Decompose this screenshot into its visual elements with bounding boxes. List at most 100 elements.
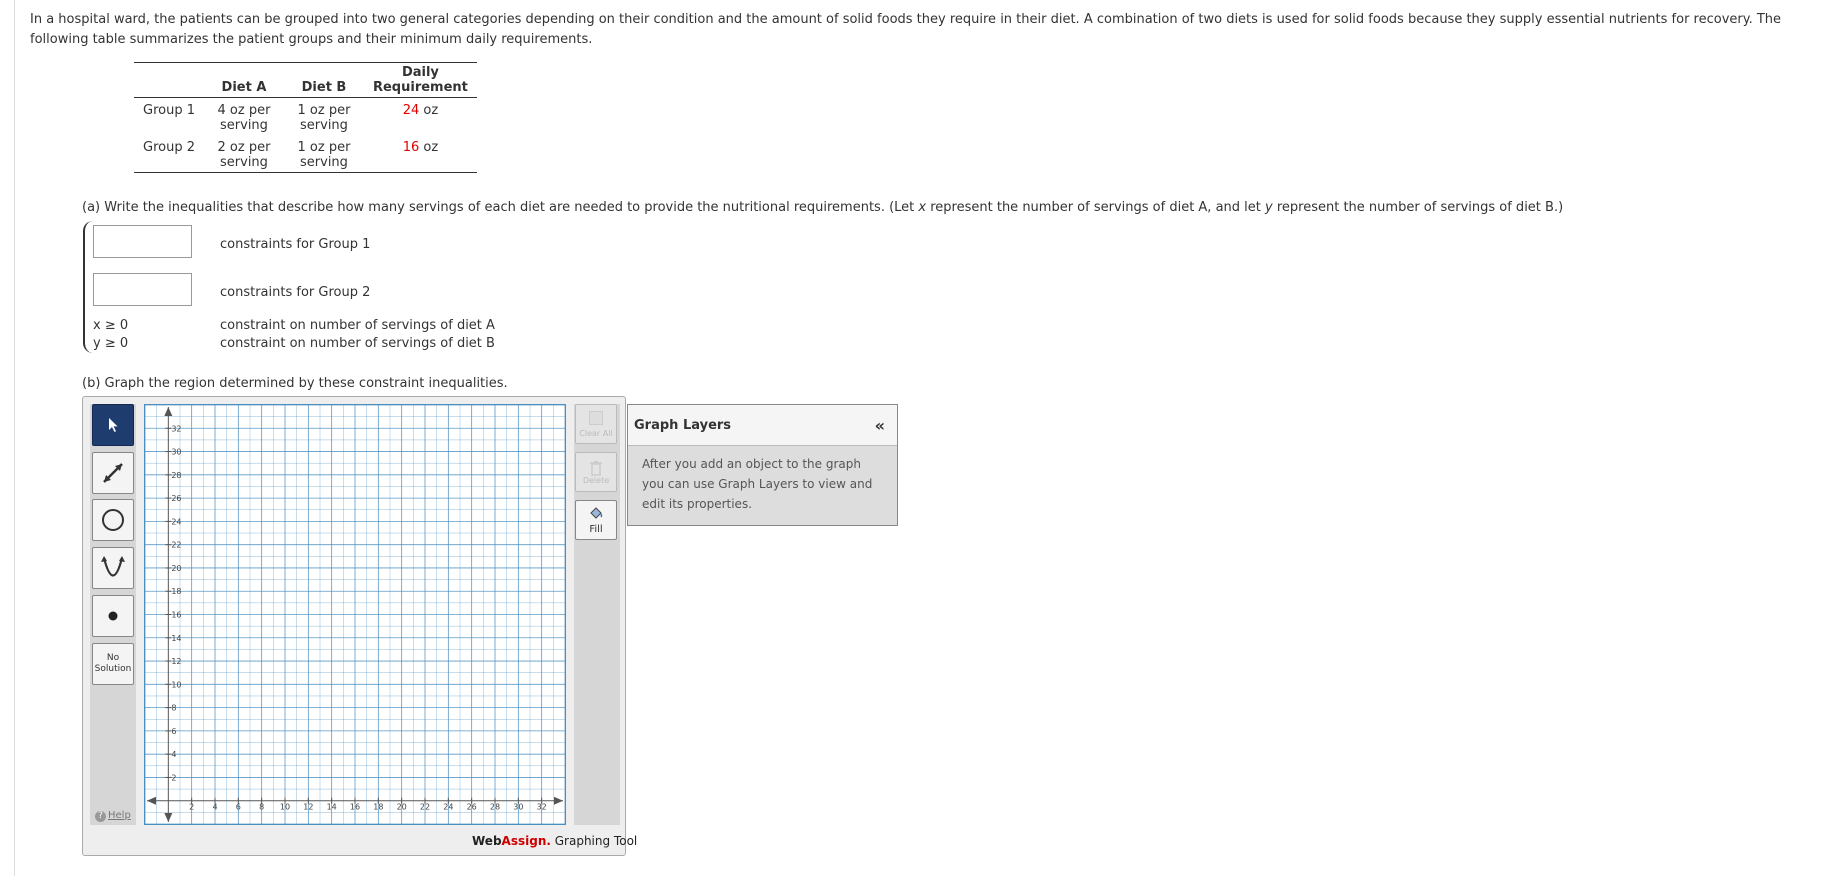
help-icon: ? [95,811,106,822]
clear-all-icon [589,410,603,425]
table-header [134,63,204,98]
x-tick-label: 6 [236,803,241,812]
group1-constraint-input[interactable] [93,225,192,258]
y-tick-label: 26 [171,494,181,503]
group2-constraint-input[interactable] [93,273,192,306]
help-label: Help [108,810,131,821]
y-tick-label: 28 [171,471,181,480]
y-tick-label: 32 [171,424,181,433]
x-tick-label: 32 [537,803,547,812]
circle-icon [102,509,124,531]
y-tick-label: 16 [171,611,181,620]
requirement-cell: 16 oz [364,135,477,173]
y-tick-label: 14 [171,634,181,643]
fill-label: Fill [589,524,603,535]
paint-bucket-icon [590,507,603,519]
x-tick-label: 20 [397,803,407,812]
requirement-number: 24 [402,103,420,118]
var-y: y [1265,200,1273,215]
pointer-icon [109,418,118,432]
y-tick-label: 18 [171,587,181,596]
x-constraint-label: constraint on number of servings of diet… [220,318,495,333]
x-axis-arrow-right [554,796,563,805]
parabola-tool-button[interactable] [92,547,134,589]
requirement-cell: 24 oz [364,98,477,136]
no-solution-label: No Solution [94,653,132,674]
brand-assign: Assign. [501,834,551,848]
graph-layers-header: Graph Layers « [628,405,897,446]
problem-intro: In a hospital ward, the patients can be … [30,12,1782,47]
no-solution-button[interactable]: No Solution [92,643,134,685]
delete-label: Delete [582,475,610,485]
y-constraint-label: constraint on number of servings of diet… [220,336,495,351]
parabola-icon [101,556,125,577]
graph-layers-title: Graph Layers [634,417,732,433]
y-tick-label: 2 [171,773,176,782]
prompt-text: represent the number of servings of diet… [1272,200,1564,215]
graph-canvas[interactable]: 2 4 6 8 10 12 14 16 18 20 22 24 26 28 30 32 2 4 6 8 10 12 14 16… [144,404,566,825]
y-tick-label: 22 [171,541,181,550]
y-tick-label: 8 [171,704,176,713]
table-row: Group 1 4 oz per serving 1 oz per servin… [134,98,477,136]
diet-b-cell: 1 oz per serving [297,103,351,133]
requirement-unit: oz [419,103,439,118]
x-constraint: x ≥ 0 [93,318,129,333]
x-tick-label: 2 [189,803,194,812]
y-tick-label: 20 [171,564,181,573]
clear-all-button[interactable]: Clear All [575,404,617,444]
brand-web: Web [472,834,502,848]
part-a-prompt: (a) Write the inequalities that describe… [82,200,1563,215]
x-tick-label: 14 [327,803,337,812]
fill-button[interactable]: Fill [575,500,617,540]
line-tool-button[interactable] [92,452,134,494]
requirement-unit: oz [419,140,439,155]
trash-icon [590,460,602,476]
x-tick-label: 22 [420,803,430,812]
graph-layers-text: After you add an object to the graph you… [642,457,873,511]
y-tick-label: 4 [171,750,176,759]
group2-constraint-label: constraints for Group 2 [220,285,371,300]
line-arrow-icon [103,463,123,483]
group-cell: Group 1 [143,103,195,118]
y-tick-label: 30 [171,448,181,457]
table-row: Group 2 2 oz per serving 1 oz per servin… [134,135,477,173]
point-tool-button[interactable] [92,595,134,637]
system-brace [83,221,93,353]
diet-b-cell: 1 oz per serving [297,140,351,170]
table-header: Diet B [301,80,347,95]
point-icon [108,611,118,621]
y-tick-label: 10 [171,680,181,689]
graph-svg: 2 4 6 8 10 12 14 16 18 20 22 24 26 28 30 32246810121416… [144,404,566,825]
collapse-icon[interactable]: « [875,416,885,435]
y-constraint: y ≥ 0 [93,336,129,351]
requirement-number: 16 [402,140,420,155]
var-x: x [918,200,927,215]
x-tick-label: 26 [467,803,477,812]
webassign-brand: WebAssign. Graphing Tool [472,834,637,848]
y-axis-arrow-up [164,407,173,416]
prompt-text: (a) Write the inequalities that describe… [82,200,919,215]
x-tick-label: 12 [303,803,313,812]
x-tick-label: 16 [350,803,360,812]
table-header: Daily Requirement [372,65,468,95]
y-tick-label: 24 [171,517,181,526]
diet-a-cell: 4 oz per serving [217,103,271,133]
x-tick-label: 24 [443,803,453,812]
table-header-row: Diet A Diet B Daily Requirement [134,62,477,98]
x-tick-label: 30 [513,803,523,812]
y-tick-label: 12 [171,657,181,666]
graph-layers-panel: Graph Layers « After you add an object t… [627,404,898,526]
x-tick-label: 10 [280,803,290,812]
circle-tool-button[interactable] [92,499,134,541]
clear-all-label: Clear All [579,428,613,438]
pointer-tool-button[interactable] [92,404,134,446]
x-tick-label: 4 [212,803,217,812]
part-b-prompt: (b) Graph the region determined by these… [82,376,508,391]
page-left-border [14,0,15,876]
help-link[interactable]: ? Help [95,810,131,822]
group1-constraint-label: constraints for Group 1 [220,237,371,252]
brand-suffix: Graphing Tool [550,834,638,848]
y-tick-label: 6 [171,727,176,736]
requirements-table: Diet A Diet B Daily Requirement Group 1 … [134,62,477,173]
delete-button[interactable]: Delete [575,452,617,492]
